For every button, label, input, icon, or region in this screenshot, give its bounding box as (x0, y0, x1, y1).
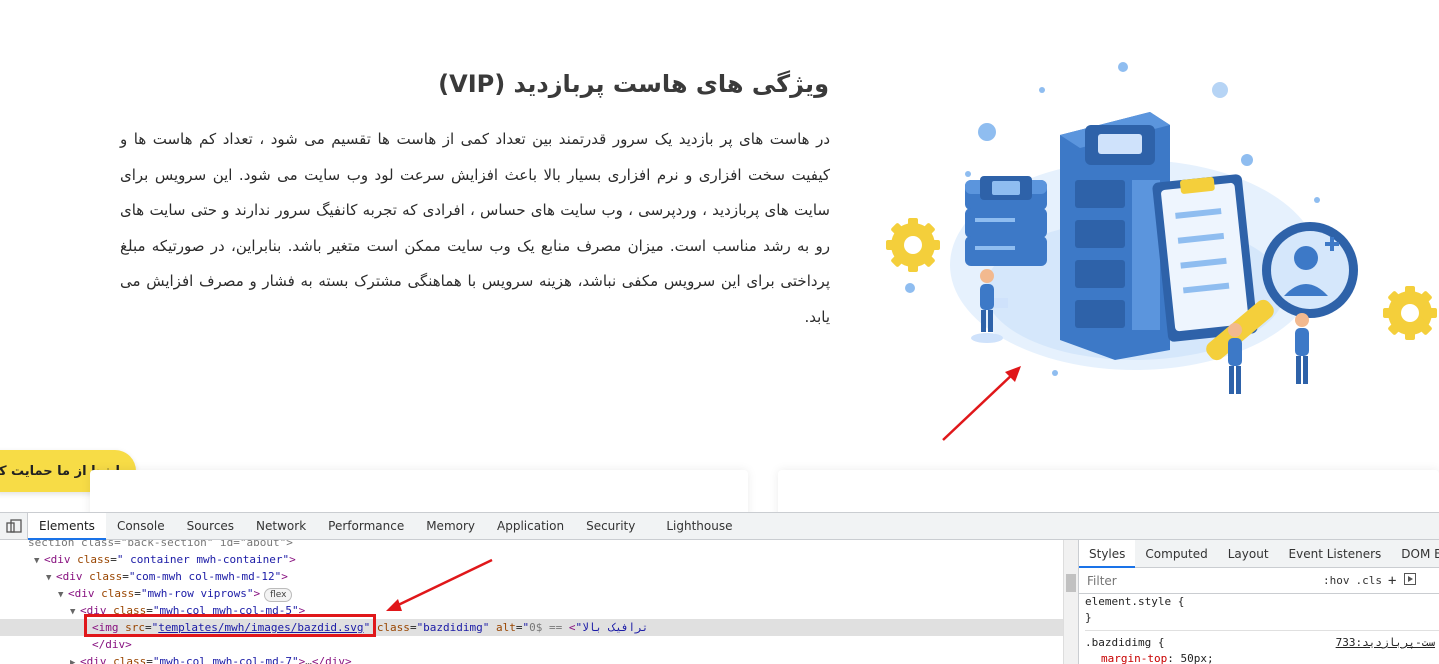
tab-layout[interactable]: Layout (1218, 540, 1279, 568)
styles-filter-bar: :hov .cls + (1079, 568, 1439, 594)
web-page: ویژگی های هاست پربازدید (VIP) در هاست ها… (0, 0, 1439, 512)
dom-scrollbar[interactable] (1063, 540, 1078, 664)
toggle-sidebar-icon[interactable] (1404, 573, 1417, 588)
dom-line-col5[interactable]: ▼ <div class="mwh-col mwh-col-md-5"> (0, 602, 1063, 619)
cls-toggle[interactable]: .cls (1356, 574, 1383, 587)
flex-badge[interactable]: flex (264, 588, 293, 602)
tab-computed[interactable]: Computed (1135, 540, 1217, 568)
service-card-right (778, 470, 1439, 512)
dom-line-col7[interactable]: ▶ <div class="mwh-col mwh-col-md-7">…</di… (0, 653, 1063, 664)
tab-lighthouse[interactable]: Lighthouse (646, 513, 743, 540)
new-rule-button[interactable]: + (1388, 573, 1396, 589)
rule-property[interactable]: margin-top (1101, 652, 1167, 664)
rule-source-link[interactable]: ست-پربازدید:733 (1336, 635, 1435, 651)
rule-selector[interactable]: .bazdidimg { (1085, 636, 1164, 649)
styles-tab-bar: Styles Computed Layout Event Listeners D… (1079, 540, 1439, 568)
tab-security[interactable]: Security (575, 513, 646, 540)
styles-filter-input[interactable] (1079, 570, 1317, 591)
dom-tree: section class="back-section" id="about">… (0, 540, 1063, 664)
dom-line-img-selected[interactable]: <img src="templates/mwh/images/bazdid.sv… (0, 619, 1063, 636)
dom-line-viprows[interactable]: ▼ <div class="mwh-row viprows"> flex (0, 585, 1063, 602)
annotation-arrow-page (942, 366, 1021, 441)
dom-line-section[interactable]: section class="back-section" id="about"> (0, 540, 1063, 551)
dom-line-div-close[interactable]: </div> (0, 636, 1063, 653)
gear-right-icon (1383, 286, 1437, 340)
tab-styles[interactable]: Styles (1079, 540, 1136, 568)
tab-console[interactable]: Console (106, 513, 176, 540)
element-style-selector[interactable]: element.style { (1085, 594, 1439, 610)
devtools-tab-bar: Elements Console Sources Network Perform… (0, 512, 1439, 540)
element-style-close: } (1085, 611, 1092, 624)
tab-application[interactable]: Application (486, 513, 575, 540)
hov-toggle[interactable]: :hov (1323, 574, 1350, 587)
rule-value[interactable]: 50px; (1180, 652, 1213, 664)
tab-network[interactable]: Network (245, 513, 317, 540)
expand-triangle-icon[interactable]: ▶ (70, 655, 80, 664)
tab-memory[interactable]: Memory (415, 513, 486, 540)
small-server-icon (965, 176, 1047, 266)
tab-elements[interactable]: Elements (28, 512, 106, 540)
tab-performance[interactable]: Performance (317, 513, 415, 540)
dom-scrollbar-thumb[interactable] (1066, 574, 1076, 592)
annotation-arrow-devtools (386, 558, 493, 611)
big-server-icon (1060, 112, 1170, 360)
gear-left-icon (886, 218, 940, 272)
service-card-left (90, 470, 748, 512)
styles-pane: Styles Computed Layout Event Listeners D… (1078, 540, 1439, 664)
tab-sources[interactable]: Sources (176, 513, 245, 540)
dom-line-container[interactable]: ▼ <div class=" container mwh-container"> (0, 551, 1063, 568)
tab-event-listeners[interactable]: Event Listeners (1279, 540, 1392, 568)
dom-line-col12[interactable]: ▼ <div class="com-mwh col-mwh-md-12"> (0, 568, 1063, 585)
rule-bazdidimg: .bazdidimg { ست-پربازدید:733 margin-top:… (1085, 630, 1439, 664)
devtools-panel: Elements Console Sources Network Perform… (0, 512, 1439, 664)
device-toggle-icon[interactable] (0, 512, 28, 540)
tab-dom-breakpoints[interactable]: DOM Breakpo (1391, 540, 1439, 568)
page-title: ویژگی های هاست پربازدید (VIP) (438, 70, 829, 98)
styles-rules: element.style { } .bazdidimg { ست-پربازد… (1079, 594, 1439, 664)
img-src-link[interactable]: templates/mwh/images/bazdid.svg (158, 621, 363, 634)
page-paragraph: در هاست های پر بازدید یک سرور قدرتمند بی… (120, 130, 830, 326)
